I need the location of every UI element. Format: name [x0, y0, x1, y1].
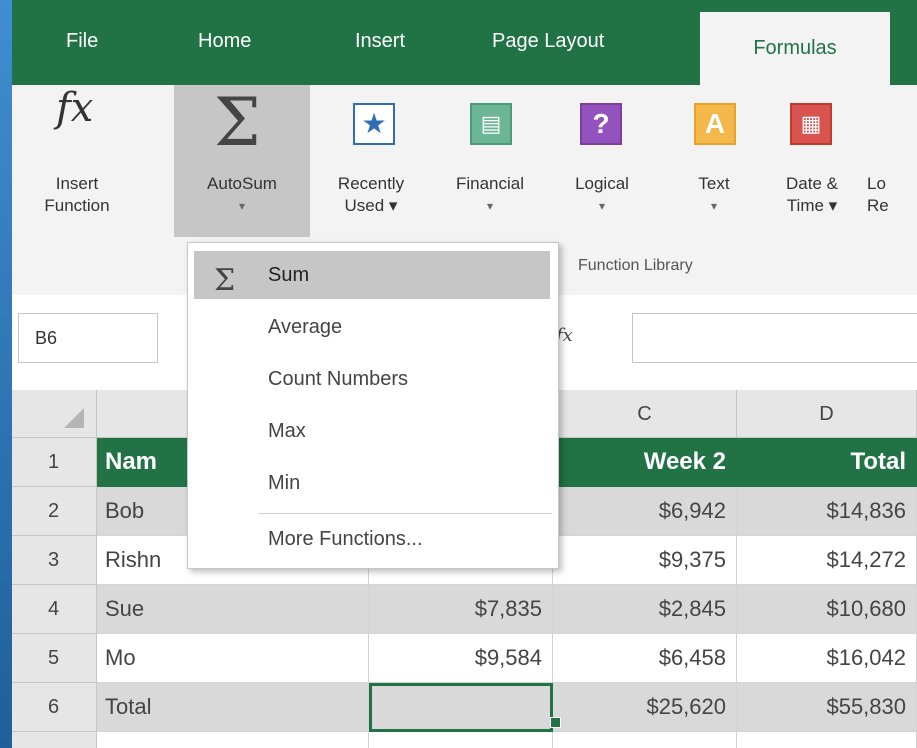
- cell-b6[interactable]: Total: [97, 683, 369, 732]
- column-header-d[interactable]: D: [737, 390, 917, 438]
- financial-book-icon: ▤: [470, 103, 512, 145]
- recently-used-label: Recently Used ▾: [337, 174, 405, 215]
- menu-separator: [258, 513, 552, 514]
- logical-label: Logical ▾: [575, 174, 629, 213]
- autosum-button[interactable]: Σ AutoSum ▾: [174, 85, 310, 237]
- cell-e1[interactable]: Total: [737, 438, 917, 487]
- menu-item-average[interactable]: Average: [194, 303, 550, 351]
- table-row: [97, 732, 917, 748]
- text-functions-label: Text ▾: [698, 174, 730, 213]
- select-all-triangle-icon: [64, 408, 84, 428]
- insert-function-button[interactable]: fx Insert Function: [14, 85, 140, 245]
- tab-page-layout[interactable]: Page Layout: [492, 30, 604, 53]
- row-header-2[interactable]: 2: [12, 487, 97, 536]
- financial-button[interactable]: ▤ Financial ▾: [430, 85, 550, 245]
- cell-d4[interactable]: $2,845: [553, 585, 737, 634]
- name-box[interactable]: B6: [18, 313, 158, 363]
- tab-formulas[interactable]: Formulas: [700, 12, 890, 85]
- formula-input[interactable]: [632, 313, 917, 363]
- menu-item-label: Sum: [268, 264, 310, 286]
- ribbon-tab-bar: File Home Insert Page Layout Formulas: [12, 0, 917, 85]
- table-row: Sue $7,835 $2,845 $10,680: [97, 585, 917, 634]
- menu-item-more-functions[interactable]: More Functions...: [194, 515, 550, 563]
- sigma-icon: Σ: [214, 263, 236, 298]
- lookup-reference-label: Lo Re: [867, 174, 889, 215]
- cell-d6[interactable]: $25,620: [553, 683, 737, 732]
- logical-book-icon: ?: [580, 103, 622, 145]
- sigma-icon: Σ: [214, 84, 261, 161]
- text-book-icon: A: [694, 103, 736, 145]
- logical-button[interactable]: ? Logical ▾: [552, 85, 652, 245]
- table-total-row: Total $25,620 $55,830: [97, 683, 917, 732]
- row-header-3[interactable]: 3: [12, 536, 97, 585]
- insert-function-label: Insert Function: [44, 174, 110, 215]
- autosum-label: AutoSum ▾: [174, 173, 310, 217]
- cell-d3[interactable]: $9,375: [553, 536, 737, 585]
- cell-d5[interactable]: $6,458: [553, 634, 737, 683]
- row-header-4[interactable]: 4: [12, 585, 97, 634]
- active-cell[interactable]: [369, 683, 553, 732]
- chevron-down-icon[interactable]: ▾: [174, 195, 310, 217]
- autosum-dropdown-menu: Σ Sum Average Count Numbers Max Min More…: [187, 242, 559, 569]
- cell-c4[interactable]: $7,835: [369, 585, 553, 634]
- table-row: Mo $9,584 $6,458 $16,042: [97, 634, 917, 683]
- cell-e2[interactable]: $14,836: [737, 487, 917, 536]
- tab-file[interactable]: File: [66, 30, 98, 53]
- cell-e6[interactable]: $55,830: [737, 683, 917, 732]
- cell-d1[interactable]: Week 2: [553, 438, 737, 487]
- tab-insert[interactable]: Insert: [355, 30, 405, 53]
- text-functions-button[interactable]: A Text ▾: [684, 85, 744, 245]
- cell-b5[interactable]: Mo: [97, 634, 369, 683]
- function-library-group-label: Function Library: [578, 257, 693, 274]
- menu-item-sum[interactable]: Σ Sum: [194, 251, 550, 299]
- calendar-book-icon: ▦: [790, 103, 832, 145]
- cell-d2[interactable]: $6,942: [553, 487, 737, 536]
- cell-b4[interactable]: Sue: [97, 585, 369, 634]
- cell-b7[interactable]: [97, 732, 369, 748]
- menu-item-max[interactable]: Max: [194, 407, 550, 455]
- cell-e5[interactable]: $16,042: [737, 634, 917, 683]
- fx-icon: fx: [56, 85, 94, 131]
- fill-handle[interactable]: [550, 717, 561, 728]
- lookup-reference-button[interactable]: Lo Re: [867, 85, 917, 245]
- menu-item-count-numbers[interactable]: Count Numbers: [194, 355, 550, 403]
- cell-e7[interactable]: [737, 732, 917, 748]
- desktop-edge: [0, 0, 12, 748]
- date-time-button[interactable]: ▦ Date & Time ▾: [772, 85, 852, 245]
- date-time-label: Date & Time ▾: [786, 174, 838, 215]
- select-all-corner[interactable]: [12, 390, 97, 438]
- star-book-icon: ★: [353, 103, 395, 145]
- menu-item-min[interactable]: Min: [194, 459, 550, 507]
- row-header-1[interactable]: 1: [12, 438, 97, 487]
- cell-e4[interactable]: $10,680: [737, 585, 917, 634]
- recently-used-button[interactable]: ★ Recently Used ▾: [312, 85, 430, 245]
- excel-window: File Home Insert Page Layout Formulas fx…: [12, 0, 917, 748]
- cell-e3[interactable]: $14,272: [737, 536, 917, 585]
- cell-d7[interactable]: [553, 732, 737, 748]
- row-header-6[interactable]: 6: [12, 683, 97, 732]
- row-header-5[interactable]: 5: [12, 634, 97, 683]
- tab-home[interactable]: Home: [198, 30, 251, 53]
- financial-label: Financial ▾: [455, 174, 525, 213]
- row-header-7[interactable]: 7: [12, 732, 97, 748]
- cell-c7[interactable]: [369, 732, 553, 748]
- cell-c5[interactable]: $9,584: [369, 634, 553, 683]
- column-header-c[interactable]: C: [553, 390, 737, 438]
